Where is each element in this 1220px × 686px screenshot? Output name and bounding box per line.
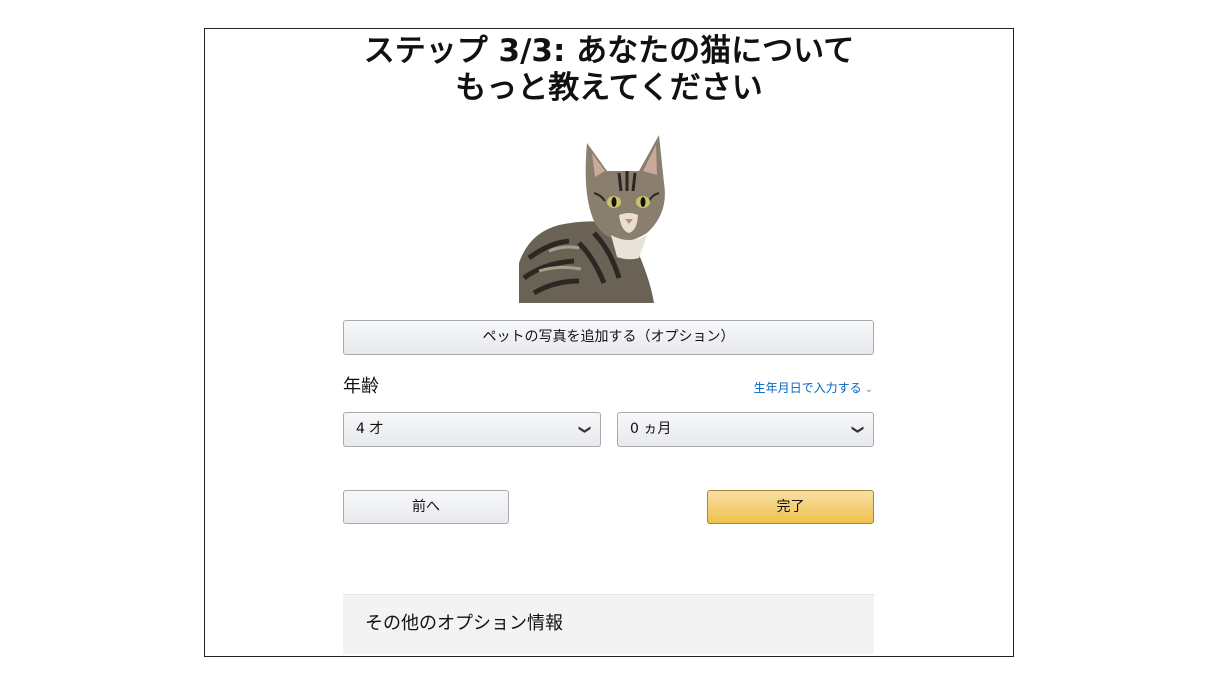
- age-months-value: 0 ヵ月: [630, 421, 672, 437]
- age-years-select[interactable]: 4 才 ❯: [343, 412, 601, 447]
- age-months-select[interactable]: 0 ヵ月 ❯: [617, 412, 874, 447]
- enter-by-birthdate-label: 生年月日で入力する: [753, 381, 862, 395]
- page-title: ステップ 3/3: あなたの猫について もっと教えてください: [205, 33, 1013, 107]
- more-options-section[interactable]: その他のオプション情報: [343, 594, 874, 654]
- done-button[interactable]: 完了: [707, 490, 874, 524]
- age-years-value: 4 才: [356, 421, 384, 437]
- enter-by-birthdate-link[interactable]: 生年月日で入力する ⌄: [754, 379, 873, 396]
- page-title-line-1: ステップ 3/3: あなたの猫について: [363, 33, 855, 69]
- page-frame: ステップ 3/3: あなたの猫について もっと教えてください ペットの写真を追加…: [204, 28, 1014, 657]
- previous-button[interactable]: 前へ: [343, 490, 509, 524]
- page-title-line-2: もっと教えてください: [455, 70, 763, 106]
- age-label: 年齢: [343, 376, 379, 397]
- add-pet-photo-button[interactable]: ペットの写真を追加する（オプション）: [343, 320, 874, 355]
- cat-photo: [519, 135, 665, 303]
- chevron-down-icon: ❯: [578, 424, 593, 435]
- chevron-down-icon: ⌄: [864, 384, 873, 395]
- chevron-down-icon: ❯: [851, 424, 866, 435]
- more-options-label: その他のオプション情報: [365, 613, 563, 634]
